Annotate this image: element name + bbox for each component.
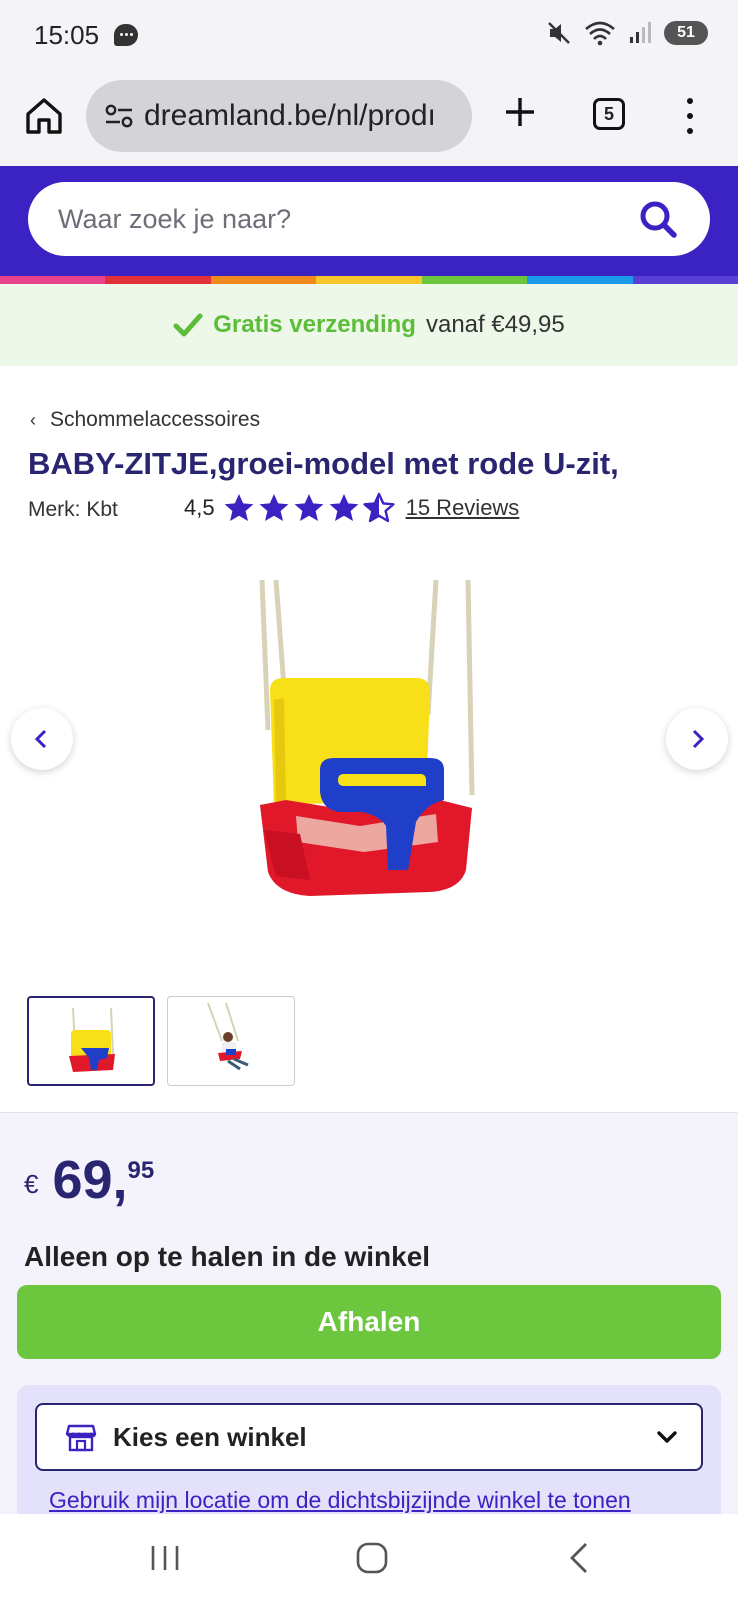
status-time: 15:05 [34, 20, 100, 50]
search-box [28, 182, 710, 256]
chat-notification-icon [114, 24, 138, 46]
rating-value: 4,5 [184, 495, 215, 520]
reviews-link[interactable]: 15 Reviews [406, 495, 520, 521]
store-icon [65, 1424, 97, 1452]
back-nav-icon[interactable] [560, 1540, 600, 1576]
stripe-segment [632, 276, 738, 284]
store-picker-panel: Kies een winkel Gebruik mijn locatie om … [17, 1385, 721, 1525]
breadcrumb-label: Schommelaccessoires [50, 408, 261, 431]
chevron-left-icon: ‹ [30, 409, 36, 430]
url-text: dreamland.be/nl/prodı [144, 99, 436, 132]
half-star-icon [362, 492, 395, 523]
purchase-panel: € 69, 95 Alleen op te halen in de winkel… [0, 1112, 738, 1525]
star-icon [294, 494, 323, 521]
thumbnail-strip [27, 996, 295, 1086]
rainbow-stripe [0, 276, 738, 284]
system-navigation-bar [0, 1514, 738, 1600]
recent-apps-icon[interactable] [145, 1540, 185, 1576]
pickup-only-note: Alleen op te halen in de winkel [24, 1241, 431, 1272]
price: € 69, 95 [24, 1149, 154, 1211]
home-icon[interactable] [22, 94, 66, 138]
pickup-button[interactable]: Afhalen [17, 1285, 721, 1359]
home-nav-icon[interactable] [352, 1540, 392, 1576]
rating-summary: 4,5 15 Reviews [184, 492, 519, 524]
store-select-label: Kies een winkel [113, 1421, 307, 1452]
more-options-icon[interactable] [684, 96, 696, 136]
star-icon [259, 494, 288, 521]
star-icon [224, 494, 253, 521]
stripe-segment [210, 276, 317, 284]
chevron-left-icon [34, 729, 47, 749]
product-gallery [0, 580, 738, 940]
battery-indicator: 51 [664, 21, 708, 45]
gallery-next-button[interactable] [666, 708, 728, 770]
stripe-segment [105, 276, 211, 284]
new-tab-icon[interactable] [498, 90, 542, 134]
product-title: BABY-ZITJE,groei-model met rode U-zit, [28, 446, 619, 481]
signal-icon [630, 22, 651, 43]
price-cents: 95 [127, 1157, 155, 1184]
thumbnail-image-child-on-swing [207, 1002, 249, 1071]
gallery-prev-button[interactable] [11, 708, 73, 770]
search-input[interactable] [58, 182, 618, 256]
free-shipping-banner: Gratis verzending vanaf €49,95 [0, 284, 738, 366]
price-euros: 69, [52, 1150, 128, 1210]
thumbnail-1[interactable] [27, 996, 155, 1086]
status-icons: 51 [546, 20, 708, 46]
site-header [0, 166, 738, 276]
thumbnail-2[interactable] [167, 996, 295, 1086]
price-currency: € [24, 1169, 39, 1199]
store-select[interactable]: Kies een winkel [35, 1403, 703, 1471]
product-image-baby-swing [259, 580, 475, 896]
shipping-highlight: Gratis verzending [213, 311, 416, 338]
chevron-right-icon [692, 729, 705, 749]
product-brand: Merk: Kbt [28, 498, 118, 521]
chevron-down-icon [657, 1431, 677, 1443]
mute-icon [548, 22, 570, 44]
search-icon[interactable] [638, 199, 678, 239]
tab-switcher-button[interactable]: 5 [593, 98, 625, 130]
stripe-segment [0, 276, 106, 284]
use-location-link[interactable]: Gebruik mijn locatie om de dichtsbijzijn… [49, 1487, 631, 1514]
wifi-icon [585, 21, 615, 46]
site-settings-icon[interactable] [104, 102, 134, 130]
browser-toolbar: dreamland.be/nl/prodı 5 [0, 72, 738, 166]
breadcrumb[interactable]: ‹ Schommelaccessoires [30, 408, 260, 432]
star-icon [329, 494, 358, 521]
checkmark-icon [173, 313, 203, 337]
status-bar: 15:05 51 [0, 0, 738, 72]
thumbnail-image-swing [69, 1007, 115, 1072]
shipping-threshold: vanaf €49,95 [425, 311, 565, 338]
stripe-segment [316, 276, 422, 284]
stripe-segment [421, 276, 528, 284]
address-bar[interactable]: dreamland.be/nl/prodı [86, 80, 472, 152]
stripe-segment [527, 276, 633, 284]
